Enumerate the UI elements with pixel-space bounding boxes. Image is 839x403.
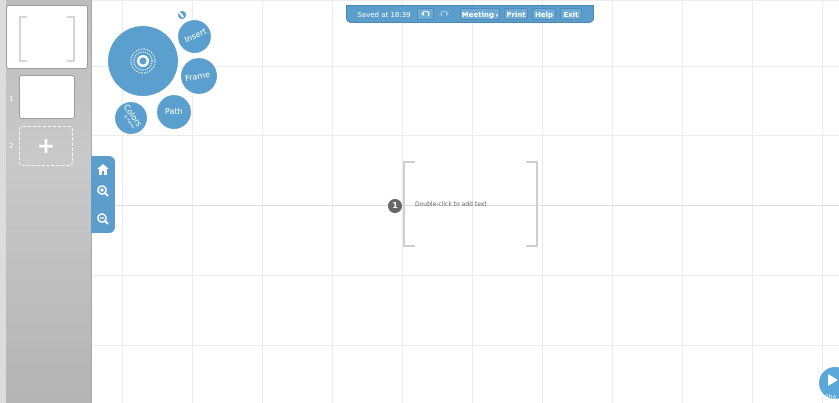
home-button[interactable] [95, 161, 111, 177]
frame-bracket-right [67, 16, 75, 62]
show-label: Sho [825, 394, 837, 401]
top-toolbar: Saved at 18:39 Meeting ▾ Print Help Exit [346, 5, 594, 23]
insert-bubble[interactable]: Insert [178, 20, 211, 53]
grid-line [542, 0, 543, 403]
play-icon [828, 374, 838, 386]
path-sidebar: 1 2 + [0, 0, 92, 403]
print-button[interactable]: Print [504, 8, 528, 20]
meeting-label: Meeting [461, 11, 494, 19]
meeting-button[interactable]: Meeting ▾ [460, 8, 500, 20]
colors-fonts-bubble[interactable]: Colors & Fonts [115, 102, 147, 134]
exit-button[interactable]: Exit [560, 8, 582, 20]
grid-line [92, 345, 839, 346]
zoom-out-icon [97, 210, 109, 229]
redo-arrow-icon [437, 11, 452, 18]
grid-line [332, 0, 333, 403]
plus-icon: + [36, 133, 56, 159]
path-step-number: 2 [9, 142, 14, 150]
frame-number-badge[interactable]: 1 [388, 199, 402, 213]
text-placeholder[interactable]: Double-click to add text [415, 201, 487, 208]
grid-line [92, 135, 839, 136]
grid-line [92, 275, 839, 276]
frame-bubble[interactable]: Frame [181, 58, 217, 94]
grid-line [612, 0, 613, 403]
pin-button[interactable] [177, 11, 186, 19]
grid-line [752, 0, 753, 403]
zoom-panel [91, 156, 115, 233]
grid-line [682, 0, 683, 403]
zebra-target-icon [130, 48, 156, 78]
save-status: Saved at 18:39 [357, 11, 411, 19]
path-step-number: 1 [9, 95, 14, 103]
frame-bracket-left[interactable] [403, 161, 415, 247]
pin-icon [177, 11, 185, 18]
zoom-out-button[interactable] [95, 211, 111, 227]
bubble-menu-center[interactable] [108, 26, 178, 96]
undo-button[interactable] [417, 8, 434, 20]
frame-bracket-left [19, 16, 27, 62]
sidebar-edge [0, 0, 6, 403]
grid-line [92, 0, 839, 1]
zoom-in-button[interactable] [95, 183, 111, 199]
path-step-thumbnail[interactable] [20, 76, 74, 118]
frame-bracket-right[interactable] [526, 161, 538, 247]
path-label: Path [165, 107, 183, 116]
grid-line [262, 0, 263, 403]
help-button[interactable]: Help [532, 8, 556, 20]
home-icon [97, 160, 109, 179]
grid-line [822, 0, 823, 403]
chevron-down-icon: ▾ [493, 13, 499, 19]
insert-label: Insert [183, 26, 208, 45]
redo-button[interactable] [436, 8, 453, 20]
overview-thumbnail[interactable] [7, 6, 87, 68]
add-path-step-button[interactable]: + [19, 126, 73, 166]
path-bubble[interactable]: Path [157, 95, 191, 129]
frame-label: Frame [184, 69, 211, 84]
zoom-in-icon [97, 182, 109, 201]
undo-arrow-icon [418, 11, 433, 18]
